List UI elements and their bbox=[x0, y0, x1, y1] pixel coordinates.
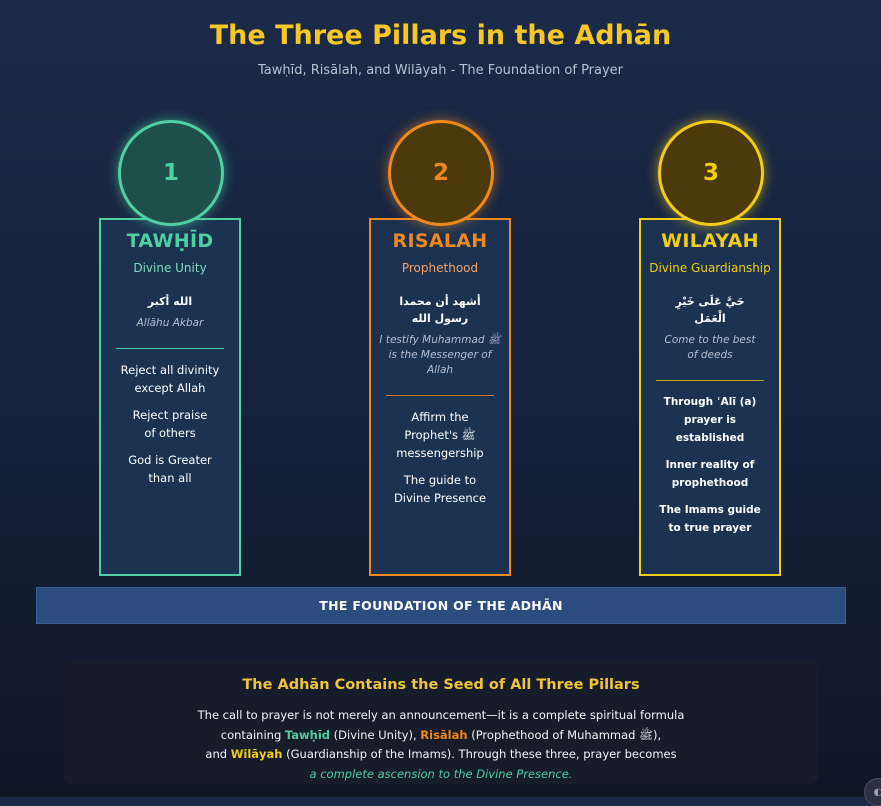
summary-text: The call to prayer is not merely an anno… bbox=[64, 706, 818, 784]
term-risalah: Risālah bbox=[420, 727, 468, 742]
pillar-number-badge: 3 bbox=[658, 120, 764, 226]
summary-fragment: (Guardianship of the Imams). Through the… bbox=[282, 747, 677, 761]
point: Affirm the Prophet's ﷺ messengership bbox=[396, 410, 484, 460]
term-tawhid: Tawḥīd bbox=[284, 727, 331, 742]
pillar-points: Affirm the Prophet's ﷺ messengership The g… bbox=[371, 408, 509, 507]
summary-fragment: containing bbox=[220, 727, 285, 742]
term-wilayah: Wilāyah bbox=[230, 747, 283, 761]
arabic-line: الله أكبر bbox=[147, 295, 193, 308]
pillar-subtitle: Divine Guardianship bbox=[649, 261, 771, 275]
pillar-title: WILAYAH bbox=[661, 230, 759, 252]
point: Through ʿAlī (a) prayer is established bbox=[663, 396, 757, 444]
translit-line: is the Messenger of Allah bbox=[388, 349, 492, 376]
arabic-line: الْعَمَل bbox=[694, 312, 726, 325]
point: Inner reality of prophethood bbox=[665, 459, 755, 489]
transliteration: Come to the best of deeds bbox=[641, 333, 779, 363]
pillar-number-badge: 1 bbox=[118, 120, 224, 226]
pillar-wilayah: WILAYAH Divine Guardianship حَيَّ عَلَى … bbox=[639, 218, 781, 576]
pillar-risalah: RISALAH Prophethood أشهد أن محمدا رسول ا… bbox=[369, 218, 511, 576]
transliteration: Allāhu Akbar bbox=[101, 316, 239, 331]
arabic-phrase: أشهد أن محمدا رسول الله bbox=[371, 293, 509, 327]
arabic-line: أشهد أن محمدا bbox=[399, 295, 481, 308]
transliteration: I testify Muhammad ﷺ is the Messenger of… bbox=[371, 333, 509, 378]
summary-fragment: (Prophethood of Muhammad ﷺ), bbox=[467, 727, 662, 742]
divider bbox=[116, 348, 224, 349]
arabic-line: رسول الله bbox=[411, 312, 469, 325]
arabic-phrase: حَيَّ عَلَى خَيْرِ الْعَمَل bbox=[641, 293, 779, 327]
pillar-points: Reject all divinity except Allah Reject p… bbox=[101, 361, 239, 487]
page-title: The Three Pillars in the Adhān bbox=[209, 20, 672, 51]
translit-line: of deeds bbox=[687, 349, 733, 361]
arabic-phrase: الله أكبر bbox=[101, 293, 239, 310]
point: Reject all divinity except Allah bbox=[120, 363, 220, 395]
point: Reject praise of others bbox=[132, 408, 208, 440]
pillar-title: RISALAH bbox=[392, 230, 488, 252]
translit-line: I testify Muhammad ﷺ bbox=[379, 334, 501, 346]
pillar-tawhid: TAWḤĪD Divine Unity الله أكبر Allāhu Akb… bbox=[99, 218, 241, 576]
divider bbox=[386, 395, 494, 396]
summary-line: The call to prayer is not merely an anno… bbox=[197, 708, 685, 722]
summary-fragment: (Divine Unity), bbox=[330, 727, 421, 742]
translit-line: Come to the best bbox=[664, 334, 756, 346]
pillar-subtitle: Divine Unity bbox=[133, 261, 207, 275]
summary-title: The Adhān Contains the Seed of All Three… bbox=[242, 677, 640, 693]
arabic-line: حَيَّ عَلَى خَيْرِ bbox=[675, 295, 745, 308]
foundation-bar: THE FOUNDATION OF THE ADHĀN bbox=[36, 587, 846, 624]
page-subtitle: Tawḥīd, Risālah, and Wilāyah - The Found… bbox=[257, 63, 624, 78]
point: God is Greater than all bbox=[128, 453, 212, 485]
pillar-points: Through ʿAlī (a) prayer is established In… bbox=[641, 393, 779, 537]
summary-fragment: and bbox=[205, 747, 231, 761]
divider bbox=[656, 380, 764, 381]
translit-line: Allāhu Akbar bbox=[136, 317, 204, 329]
pillar-number-badge: 2 bbox=[388, 120, 494, 226]
summary-closing: a complete ascension to the Divine Prese… bbox=[309, 766, 573, 781]
point: The guide to Divine Presence bbox=[393, 473, 487, 505]
summary-box: The Adhān Contains the Seed of All Three… bbox=[64, 660, 818, 784]
pillar-subtitle: Prophethood bbox=[401, 261, 479, 275]
point: The Imams guide to true prayer bbox=[659, 504, 761, 534]
pillar-title: TAWḤĪD bbox=[126, 230, 214, 252]
corner-widget-icon[interactable]: ◐ bbox=[864, 778, 881, 806]
